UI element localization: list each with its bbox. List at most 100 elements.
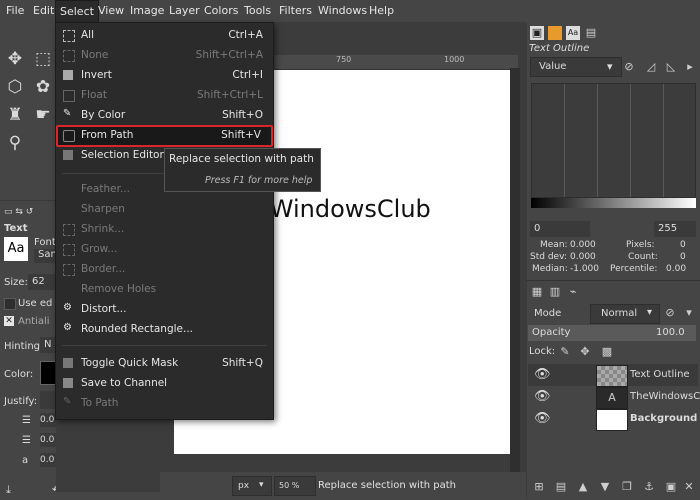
channel-select[interactable]: Value ▾ [530,57,622,77]
menu-item-all[interactable]: All Ctrl+A [56,25,273,45]
menu-layer[interactable]: Layer [169,0,200,22]
log-histogram-icon[interactable]: ◺ [664,60,678,74]
font-sample[interactable]: Aa [4,237,28,261]
zoom-tool-icon[interactable]: ⚲ [4,132,26,154]
mode-label: Mode [534,308,562,319]
duplicate-layer-icon[interactable]: ❐ [620,480,634,494]
visibility-eye-icon[interactable]: 👁 [534,411,551,426]
range-max-field[interactable]: 255 [654,221,696,237]
menu-item-rounded-rectangle[interactable]: ⚙ Rounded Rectangle... [56,319,273,339]
layer-row-background[interactable]: 👁 Background [528,408,698,431]
text-layer-thumbnail: A [596,387,628,409]
menu-image[interactable]: Image [130,0,164,22]
unit-select[interactable]: px ▾ [232,476,272,496]
hinting-select[interactable]: N [40,337,56,353]
grow-icon [63,244,75,256]
menu-item-invert[interactable]: Invert Ctrl+I [56,65,273,85]
menu-item-grow[interactable]: Grow... [56,239,273,259]
menu-tools[interactable]: Tools [244,0,271,22]
menu-item-to-path[interactable]: ✎ To Path [56,393,273,413]
fuzzy-select-tool-icon[interactable]: ✿ [32,76,54,98]
menu-view[interactable]: View [98,0,124,22]
menu-item-label: To Path [81,397,119,409]
opacity-slider[interactable]: Opacity 100.0 [528,325,696,341]
menu-select[interactable]: Select [55,0,99,23]
brush-tab-icon[interactable]: ▣ [530,26,544,40]
menu-item-label: Sharpen [81,203,125,215]
menu-item-float[interactable]: Float Shift+Ctrl+L [56,85,273,105]
histogram-gradient [531,198,696,208]
menu-filters[interactable]: Filters [279,0,312,22]
letter-spacing-field[interactable]: 0.0 [40,453,56,467]
use-editor-checkbox[interactable] [4,298,16,310]
histogram-graph[interactable] [531,83,696,198]
save-preset-icon[interactable]: ⤓ [6,483,11,497]
menu-item-toggle-quick-mask[interactable]: Toggle Quick Mask Shift+Q [56,353,273,373]
range-min-field[interactable]: 0 [530,221,590,237]
new-layer-icon[interactable]: ⊞ [532,480,546,494]
antialias-label: Antiali [18,316,50,327]
menu-item-save-to-channel[interactable]: Save to Channel [56,373,273,393]
menu-item-shrink[interactable]: Shrink... [56,219,273,239]
visibility-eye-icon[interactable]: 👁 [534,389,551,404]
lower-layer-icon[interactable]: ▼ [598,480,612,494]
lock-pixels-icon[interactable]: ✎ [558,345,572,359]
menu-colors[interactable]: Colors [204,0,238,22]
menu-item-distort[interactable]: ⚙ Distort... [56,299,273,319]
font-field[interactable]: San [34,249,57,263]
menu-item-none[interactable]: None Shift+Ctrl+A [56,45,273,65]
histogram-tab-icon[interactable]: ▤ [584,26,598,40]
menu-item-border[interactable]: Border... [56,259,273,279]
visibility-eye-icon[interactable]: 👁 [534,367,551,382]
new-group-icon[interactable]: ▤ [554,480,568,494]
lock-alpha-icon[interactable]: ▩ [600,345,614,359]
menu-item-sharpen[interactable]: Sharpen [56,199,273,219]
zoom-select[interactable]: 50 % [274,476,316,496]
size-field[interactable]: 62 [28,274,56,290]
justify-label: Justify: [4,396,38,407]
delete-layer-icon[interactable]: ✕ [682,480,696,494]
indent-field[interactable]: 0.0 [40,413,56,427]
smudge-tool-icon[interactable]: ☛ [32,104,54,126]
mask-layer-icon[interactable]: ▣ [664,480,678,494]
warp-tool-icon[interactable]: ⬡ [4,76,26,98]
mode-select[interactable]: Normal ▾ [590,304,660,324]
menu-help[interactable]: Help [369,0,394,22]
font-tab-icon[interactable]: Aa [566,26,580,40]
pattern-tab-icon[interactable] [548,26,562,40]
raise-layer-icon[interactable]: ▲ [576,480,590,494]
histogram-options-icon[interactable]: ▸ [683,60,697,74]
layers-tab-icon[interactable]: ▦ [530,285,544,299]
rect-select-tool-icon[interactable]: ⬚ [32,48,54,70]
antialias-checkbox[interactable]: ✕ [4,316,14,326]
paint-tool-icon[interactable]: ♜ [4,104,26,126]
line-spacing-field[interactable]: 0.0 [40,433,56,447]
menu-edit[interactable]: Edit [33,0,54,22]
range-min-value: 0 [534,223,541,234]
vertical-scrollbar[interactable] [510,68,520,478]
paths-tab-icon[interactable]: ⌁ [566,285,580,299]
lock-position-icon[interactable]: ✥ [578,345,592,359]
tool-options-tabs[interactable]: ▭ ⇆ ↺ [4,207,33,217]
linear-histogram-icon[interactable]: ◿ [644,60,658,74]
layer-row-text-outline[interactable]: 👁 Text Outline [528,364,698,387]
anchor-layer-icon[interactable]: ⚓ [642,480,656,494]
hinting-label: Hinting: [4,341,44,352]
channels-tab-icon[interactable]: ▥ [548,285,562,299]
menu-item-remove-holes[interactable]: Remove Holes [56,279,273,299]
justify-select[interactable] [40,391,56,409]
menu-item-label: Distort... [81,303,127,315]
percentile-label: Percentile: [610,264,658,274]
menu-item-by-color[interactable]: ✎ By Color Shift+O [56,105,273,125]
layer-name: TheWindowsC [630,391,700,402]
reset-channel-icon[interactable]: ⊘ [622,60,636,74]
layer-row-thewindowsclub[interactable]: 👁 A TheWindowsC [528,386,700,409]
mode-options-icon[interactable]: ▾ [682,306,696,320]
layer-name: Background [630,413,698,424]
move-tool-icon[interactable]: ✥ [4,48,26,70]
menu-file[interactable]: File [6,0,24,22]
menu-windows[interactable]: Windows [318,0,367,22]
menu-item-from-path[interactable]: From Path Shift+V [56,125,273,145]
mode-reset-icon[interactable]: ⊘ [663,306,677,320]
menu-separator [62,345,267,346]
